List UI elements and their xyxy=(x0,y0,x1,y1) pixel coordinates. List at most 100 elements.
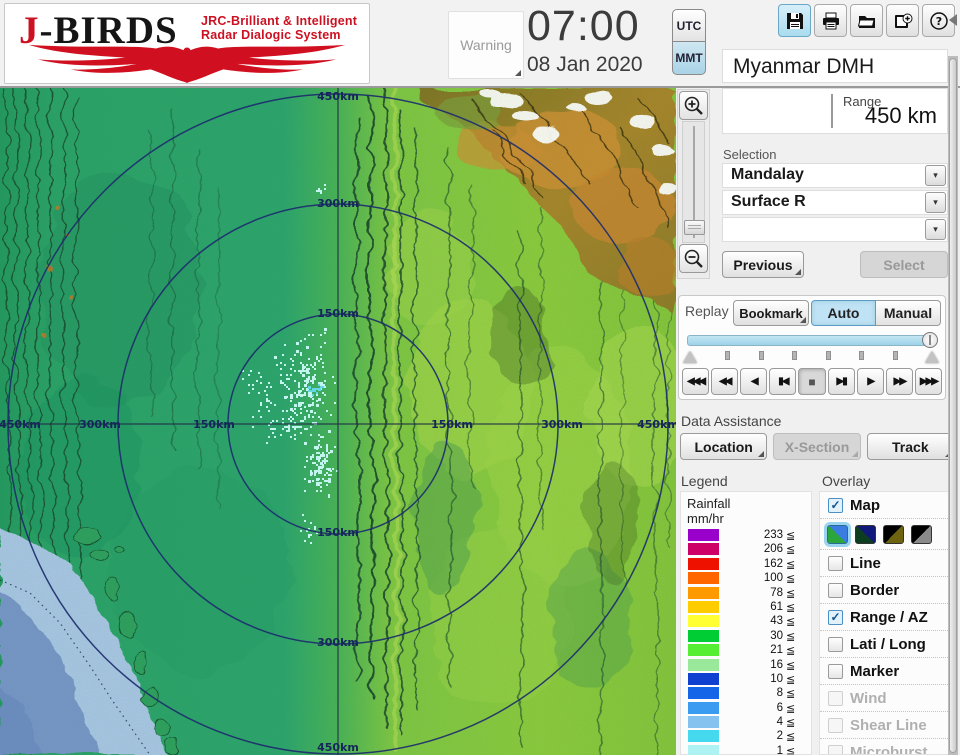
location-button[interactable]: Location xyxy=(680,433,768,460)
x-section-button[interactable]: X-Section xyxy=(773,433,861,460)
radar-map-canvas[interactable]: 150km 150km 150km 150km 300km 300km 300km 300km… xyxy=(0,86,690,755)
jbirds-logo: J-BIRDS JRC-Brilliant & Intelligent Rada… xyxy=(4,3,370,84)
map-style-swatch[interactable] xyxy=(911,524,932,544)
overlay-item-range-az[interactable]: ✓ Range / AZ xyxy=(820,604,948,631)
select-button[interactable]: Select xyxy=(860,251,948,278)
step-back-button[interactable]: ▮◀ xyxy=(769,368,797,395)
utc-button[interactable]: UTC xyxy=(672,9,706,42)
overlay-item-border[interactable]: ✓ Border xyxy=(820,577,948,604)
bookmark-button[interactable]: Bookmark xyxy=(733,300,809,326)
legend-color-swatch xyxy=(688,572,719,585)
collapse-panel-arrow-icon[interactable] xyxy=(949,14,957,26)
checkbox[interactable]: ✓ xyxy=(828,636,843,652)
data-assistance-buttons: Location X-Section Track xyxy=(680,433,954,460)
rewind-fast-button[interactable]: ◀◀◀ xyxy=(682,368,710,395)
overlay-item-label: Marker xyxy=(850,662,900,680)
legend-color-swatch xyxy=(688,744,719,755)
overlay-item-line[interactable]: ✓ Line xyxy=(820,550,948,577)
legend-value: 8 xyxy=(776,687,783,700)
checkbox[interactable]: ✓ xyxy=(828,690,843,706)
legend-color-swatch xyxy=(688,701,719,714)
legend-label: Legend xyxy=(681,473,728,489)
legend-scale: 233 ≦ 206 ≦ 162 ≦ 100 ≦ 78 ≦ 61 ≦ 43 ≦ 3… xyxy=(681,528,811,755)
print-button[interactable] xyxy=(814,4,847,37)
chevron-down-icon[interactable]: ▾ xyxy=(925,192,946,213)
legend-leq-sign: ≦ xyxy=(786,601,796,614)
checkbox[interactable]: ✓ xyxy=(828,555,843,571)
panel-splitter[interactable] xyxy=(948,56,958,755)
checkbox[interactable]: ✓ xyxy=(828,744,843,754)
range-display: Range 450 km xyxy=(722,88,948,134)
manual-button[interactable]: Manual xyxy=(876,300,941,326)
replay-slider[interactable] xyxy=(687,332,938,348)
legend-row: 16 ≦ xyxy=(681,658,811,672)
step-forward-icon: ▶▮ xyxy=(836,376,848,387)
checkbox[interactable]: ✓ xyxy=(828,582,843,598)
legend-color-swatch xyxy=(688,730,719,743)
zoom-out-button[interactable] xyxy=(679,244,708,273)
overlay-item-marker[interactable]: ✓ Marker xyxy=(820,658,948,685)
export-image-button[interactable] xyxy=(886,4,919,37)
overlay-item-wind[interactable]: ✓ Wind xyxy=(820,685,948,712)
zoom-slider-thumb[interactable] xyxy=(684,220,705,235)
auto-button[interactable]: Auto xyxy=(811,300,876,326)
ring-label-150: 150km xyxy=(193,418,235,431)
slider-end-marker[interactable] xyxy=(925,351,939,363)
overlay-item-label: Wind xyxy=(850,689,887,707)
forward-fast-button[interactable]: ▶▶▶ xyxy=(914,368,942,395)
overlay-item-label: Lati / Long xyxy=(850,635,926,653)
warning-button[interactable]: Warning xyxy=(448,11,524,79)
rewind-button[interactable]: ◀◀ xyxy=(711,368,739,395)
zoom-in-button[interactable] xyxy=(679,91,708,120)
chevron-down-icon[interactable]: ▾ xyxy=(925,219,946,240)
checkbox[interactable]: ✓ xyxy=(828,609,843,625)
legend-leq-sign: ≦ xyxy=(786,702,796,715)
data-assistance-button-label: X-Section xyxy=(784,438,850,455)
replay-slider-thumb[interactable] xyxy=(922,332,938,348)
legend-leq-sign: ≦ xyxy=(786,544,796,557)
play-reverse-button[interactable]: ◀ xyxy=(740,368,768,395)
chevron-down-icon[interactable]: ▾ xyxy=(925,165,946,186)
previous-label: Previous xyxy=(733,256,793,273)
zoom-slider[interactable] xyxy=(682,121,705,243)
save-button[interactable] xyxy=(778,4,811,37)
dropdown-value: Surface R xyxy=(731,193,806,210)
map-style-swatch[interactable] xyxy=(827,524,848,544)
mmt-button[interactable]: MMT xyxy=(672,42,706,75)
overlay-item-lati-long[interactable]: ✓ Lati / Long xyxy=(820,631,948,658)
legend-color-swatch xyxy=(688,687,719,700)
selection-dropdown[interactable]: Mandalay ▾ xyxy=(722,163,948,188)
legend-color-swatch xyxy=(688,716,719,729)
forward-button[interactable]: ▶▶ xyxy=(885,368,913,395)
checkbox[interactable]: ✓ xyxy=(828,663,843,679)
export-image-icon xyxy=(894,13,912,28)
previous-button[interactable]: Previous xyxy=(722,251,804,278)
ring-label-450: 450km xyxy=(317,90,359,103)
play-button[interactable]: ▶ xyxy=(856,368,884,395)
open-folder-button[interactable] xyxy=(850,4,883,37)
selection-dropdown[interactable]: Surface R ▾ xyxy=(722,190,948,215)
legend-leq-sign: ≦ xyxy=(786,558,796,571)
svg-text:?: ? xyxy=(935,15,941,28)
slider-tick xyxy=(725,351,730,360)
step-forward-button[interactable]: ▶▮ xyxy=(827,368,855,395)
track-button[interactable]: Track xyxy=(866,433,954,460)
overlay-item-map[interactable]: ✓ Map xyxy=(820,492,948,519)
checkbox[interactable]: ✓ xyxy=(828,717,843,733)
checkbox[interactable]: ✓ xyxy=(828,497,843,513)
selection-dropdown[interactable]: ▾ xyxy=(722,217,948,242)
overlay-item-label: Microburst xyxy=(850,743,928,755)
splitter-handle[interactable] xyxy=(949,58,957,753)
overlay-panel: ✓ Map ✓ Line ✓ Border ✓ Range / AZ ✓ Lat… xyxy=(819,491,949,755)
map-style-swatch[interactable] xyxy=(883,524,904,544)
radar-map[interactable]: 150km 150km 150km 150km 300km 300km 300km 300km… xyxy=(0,86,690,755)
data-assistance-label: Data Assistance xyxy=(681,413,782,429)
overlay-item-microburst[interactable]: ✓ Microburst xyxy=(820,739,948,755)
stop-button[interactable]: ■ xyxy=(798,368,826,395)
slider-start-marker[interactable] xyxy=(683,351,697,363)
map-style-swatch[interactable] xyxy=(855,524,876,544)
replay-section: Replay Bookmark Auto Manual ◀◀◀ ◀◀ ◀ ▮◀ ■ ▶▮ ▶… xyxy=(678,295,946,400)
legend-value: 21 xyxy=(770,644,783,657)
overlay-item-shear-line[interactable]: ✓ Shear Line xyxy=(820,712,948,739)
legend-leq-sign: ≦ xyxy=(786,616,796,629)
